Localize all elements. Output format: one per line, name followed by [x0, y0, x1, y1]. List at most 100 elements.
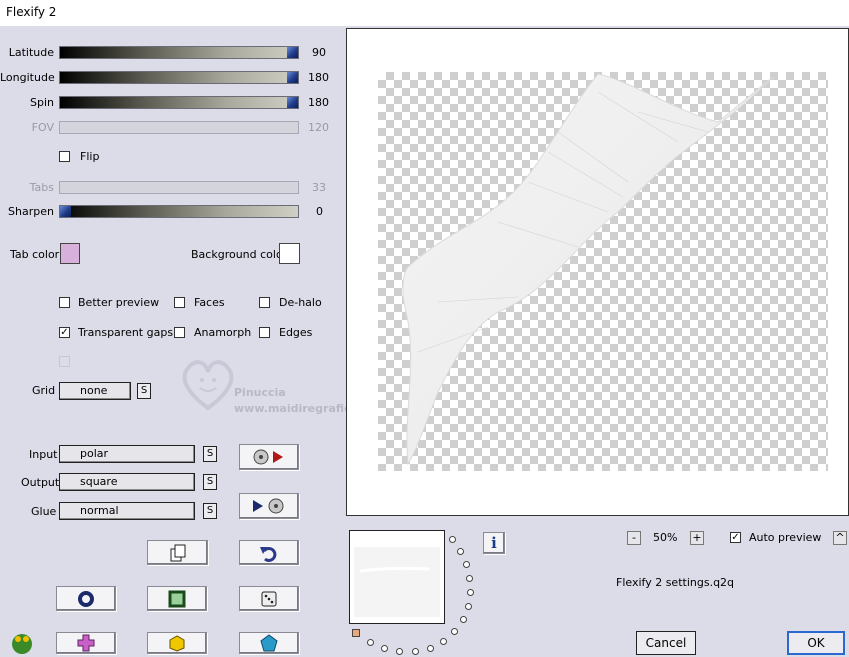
watermark-name: Pinuccia: [234, 386, 286, 399]
ok-button[interactable]: OK: [787, 631, 845, 655]
tab-color-swatch[interactable]: [60, 243, 80, 264]
input-label: Input: [29, 448, 58, 461]
collapse-button[interactable]: ^: [833, 531, 847, 545]
random-button[interactable]: [239, 586, 299, 611]
auto-preview-label: Auto preview: [749, 531, 822, 544]
rotation-dot[interactable]: [367, 639, 374, 646]
longitude-slider-thumb[interactable]: [287, 72, 298, 83]
better-preview-label: Better preview: [78, 296, 160, 309]
zoom-in-button[interactable]: +: [690, 531, 704, 545]
info-button[interactable]: i: [483, 532, 505, 554]
latitude-value: 90: [312, 46, 326, 59]
de-halo-checkbox[interactable]: [259, 297, 270, 308]
arrow-to-disc-icon: [253, 498, 284, 514]
auto-preview-checkbox[interactable]: ✓: [730, 532, 741, 543]
frame-shape-button[interactable]: [147, 586, 207, 611]
rotation-dot[interactable]: [460, 616, 467, 623]
dice-icon: [261, 591, 277, 606]
glue-label: Glue: [31, 505, 57, 518]
grid-label: Grid: [32, 384, 56, 397]
disc-to-arrow-icon: [253, 449, 283, 465]
rotation-dot[interactable]: [466, 575, 473, 582]
rotation-dot[interactable]: [381, 645, 388, 652]
rotation-dot[interactable]: [463, 561, 470, 568]
flip-checkbox[interactable]: [59, 151, 70, 162]
glue-s-button[interactable]: S: [203, 503, 217, 519]
transparent-gaps-checkbox[interactable]: ✓: [59, 327, 70, 338]
settings-filename: Flexify 2 settings.q2q: [616, 576, 735, 589]
latitude-slider[interactable]: [59, 46, 299, 59]
anamorph-checkbox[interactable]: [174, 327, 185, 338]
zoom-out-button[interactable]: -: [627, 531, 641, 545]
background-color-swatch[interactable]: [279, 243, 300, 264]
de-halo-label: De-halo: [279, 296, 322, 309]
gem-shape-button[interactable]: [239, 632, 299, 654]
fov-slider: [59, 121, 299, 134]
undo-arrow-icon: [260, 546, 277, 562]
sharpen-label: Sharpen: [8, 205, 54, 218]
ring-icon: [78, 590, 94, 607]
output-s-button[interactable]: S: [203, 474, 217, 490]
cross-shape-button[interactable]: [56, 632, 116, 654]
tabs-label: Tabs: [29, 181, 54, 194]
output-label: Output: [21, 476, 60, 489]
copy-pages-icon: [170, 544, 185, 561]
faces-checkbox[interactable]: [174, 297, 185, 308]
longitude-value: 180: [308, 71, 329, 84]
tabs-slider: [59, 181, 299, 194]
title-bar: Flexify 2: [0, 0, 849, 26]
rotation-dot[interactable]: [465, 603, 472, 610]
fov-value: 120: [308, 121, 329, 134]
cancel-button[interactable]: Cancel: [636, 631, 696, 655]
rotation-dot[interactable]: [467, 589, 474, 596]
input-dropdown[interactable]: polar: [59, 445, 195, 463]
ring-shape-button[interactable]: [56, 586, 116, 611]
rotation-dot[interactable]: [451, 628, 458, 635]
anamorph-label: Anamorph: [194, 326, 252, 339]
cross-icon: [77, 634, 95, 652]
better-preview-checkbox[interactable]: [59, 297, 70, 308]
flexify-result-shape: [402, 73, 774, 466]
rotation-dot[interactable]: [440, 638, 447, 645]
edges-label: Edges: [279, 326, 313, 339]
rotation-dot[interactable]: [449, 536, 456, 543]
tabs-value: 33: [312, 181, 326, 194]
info-icon: i: [491, 534, 497, 552]
cube-shape-button[interactable]: [147, 632, 207, 654]
transparent-gaps-label: Transparent gaps: [78, 326, 174, 339]
rotation-dot[interactable]: [427, 645, 434, 652]
save-output-button[interactable]: [239, 493, 299, 519]
sharpen-slider-thumb[interactable]: [60, 206, 71, 217]
navigator-corner-handle[interactable]: [352, 629, 360, 637]
edges-checkbox[interactable]: [259, 327, 270, 338]
tab-color-label: Tab color: [10, 248, 60, 261]
fov-label: FOV: [31, 121, 54, 134]
undo-button[interactable]: [239, 540, 299, 565]
copy-button[interactable]: [147, 540, 208, 565]
disabled-checkbox: [59, 356, 70, 367]
faces-label: Faces: [194, 296, 225, 309]
sharpen-slider[interactable]: [59, 205, 299, 218]
input-s-button[interactable]: S: [203, 446, 217, 462]
zoom-value: 50%: [653, 531, 678, 544]
glue-dropdown[interactable]: normal: [59, 502, 195, 520]
spin-value: 180: [308, 96, 329, 109]
grid-dropdown[interactable]: none: [59, 382, 131, 400]
spin-slider-thumb[interactable]: [287, 97, 298, 108]
navigator-thumbnail[interactable]: [349, 530, 445, 624]
load-input-button[interactable]: [239, 444, 299, 470]
frog-logo-icon: [10, 630, 34, 654]
spin-slider[interactable]: [59, 96, 299, 109]
longitude-label: Longitude: [0, 71, 55, 84]
latitude-label: Latitude: [8, 46, 54, 59]
longitude-slider[interactable]: [59, 71, 299, 84]
output-dropdown[interactable]: square: [59, 473, 195, 491]
window-title: Flexify 2: [6, 5, 57, 19]
rotation-dot[interactable]: [457, 548, 464, 555]
background-color-label: Background color: [191, 248, 288, 261]
spin-label: Spin: [30, 96, 54, 109]
grid-s-button[interactable]: S: [137, 383, 151, 399]
latitude-slider-thumb[interactable]: [287, 47, 298, 58]
frame-icon: [168, 590, 186, 607]
cube-icon: [169, 635, 185, 652]
